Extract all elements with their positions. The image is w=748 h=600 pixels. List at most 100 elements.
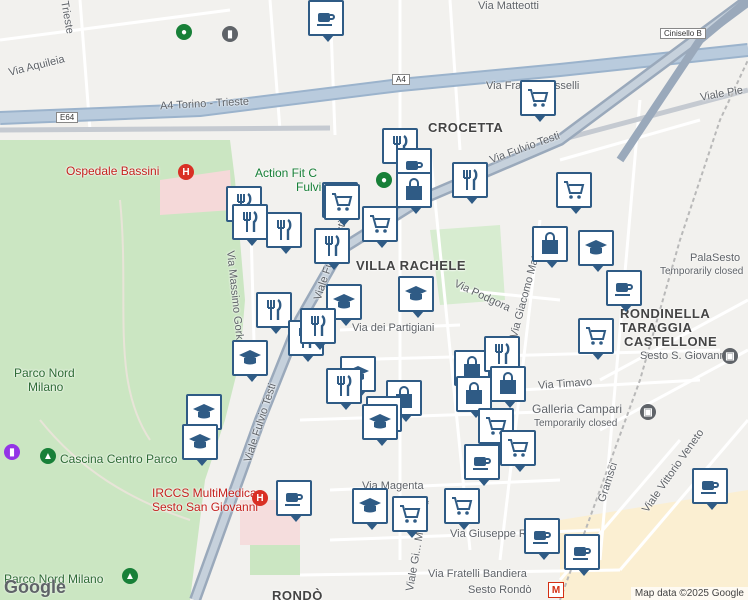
coffee-marker[interactable] xyxy=(308,0,344,42)
restaurant-icon xyxy=(332,374,356,398)
shopping-bag-icon xyxy=(462,382,486,406)
cart-marker[interactable] xyxy=(362,206,398,248)
coffee-marker[interactable] xyxy=(692,468,728,510)
highway-shield-e64: E64 xyxy=(56,112,79,123)
coffee-marker[interactable] xyxy=(606,270,642,312)
poi-label-palasesto[interactable]: PalaSesto xyxy=(690,252,740,264)
coffee-marker[interactable] xyxy=(464,444,500,486)
shopping-cart-icon xyxy=(506,436,530,460)
cafe-icon xyxy=(530,524,554,548)
school-icon xyxy=(188,430,212,454)
fork-marker[interactable] xyxy=(266,212,302,254)
landmark-icon[interactable]: ▮ xyxy=(4,444,20,460)
coffee-marker[interactable] xyxy=(276,480,312,522)
poi-label-palasesto-status: Temporarily closed xyxy=(660,266,744,277)
restaurant-icon xyxy=(272,218,296,242)
google-logo: Google xyxy=(4,577,66,597)
street-label-via-fratelli-bandiera: Via Fratelli Bandiera xyxy=(428,568,527,580)
school-marker[interactable] xyxy=(362,404,398,446)
station-label-sesto-rondo[interactable]: Sesto Rondò xyxy=(468,584,532,596)
fork-marker[interactable] xyxy=(232,204,268,246)
school-marker[interactable] xyxy=(352,488,388,530)
school-marker[interactable] xyxy=(182,424,218,466)
cart-marker[interactable] xyxy=(444,488,480,530)
fork-marker[interactable] xyxy=(452,162,488,204)
fork-marker[interactable] xyxy=(326,368,362,410)
poi-label-ospedale-bassini[interactable]: Ospedale Bassini xyxy=(66,164,159,178)
school-icon xyxy=(404,282,428,306)
park-label-parco-nord-1: Parco Nord xyxy=(14,366,75,380)
restaurant-icon xyxy=(490,342,514,366)
cart-marker[interactable] xyxy=(392,496,428,538)
shopping-cart-icon xyxy=(450,494,474,518)
bag-marker[interactable] xyxy=(396,172,432,214)
restaurant-icon xyxy=(306,314,330,338)
school-marker[interactable] xyxy=(398,276,434,318)
cart-marker[interactable] xyxy=(500,430,536,472)
shopping-bag-icon xyxy=(496,372,520,396)
poi-label-galleria-campari[interactable]: Galleria Campari xyxy=(532,402,622,416)
bag-marker[interactable] xyxy=(490,366,526,408)
restaurant-icon xyxy=(320,234,344,258)
school-icon xyxy=(358,494,382,518)
shopping-cart-icon xyxy=(562,178,586,202)
coffee-marker[interactable] xyxy=(524,518,560,560)
cafe-icon xyxy=(698,474,722,498)
shopping-cart-icon xyxy=(330,190,354,214)
district-label-rondo: RONDÒ xyxy=(272,588,323,600)
cafe-icon xyxy=(570,540,594,564)
restaurant-icon xyxy=(238,210,262,234)
train-icon[interactable]: ▣ xyxy=(722,348,738,364)
street-label-via-matteotti: Via Matteotti xyxy=(478,0,539,12)
district-label-castellone: CASTELLONE xyxy=(624,334,718,349)
cart-marker[interactable] xyxy=(578,318,614,360)
poi-label-cascina-centro-parco[interactable]: Cascina Centro Parco xyxy=(60,452,177,466)
bag-marker[interactable] xyxy=(532,226,568,268)
district-label-villa-rachele: VILLA RACHELE xyxy=(356,258,467,273)
hospital-icon[interactable]: H xyxy=(178,164,194,180)
cart-marker[interactable] xyxy=(324,184,360,226)
fork-marker[interactable] xyxy=(314,228,350,270)
tree-icon[interactable]: ▲ xyxy=(40,448,56,464)
poi-label-action-fit[interactable]: Action Fit C xyxy=(255,166,317,180)
metro-icon[interactable]: M xyxy=(548,582,564,598)
highway-shield-cinisello: Cinisello B xyxy=(660,28,706,39)
museum-icon[interactable]: ▣ xyxy=(640,404,656,420)
district-label-crocetta: CROCETTA xyxy=(428,120,504,135)
park-label-parco-nord-2: Milano xyxy=(28,380,64,394)
highway-shield-a4: A4 xyxy=(392,74,410,85)
fork-marker[interactable] xyxy=(300,308,336,350)
map-canvas[interactable]: E64 A4 Cinisello B Trieste Via Aquileia … xyxy=(0,0,748,600)
cafe-icon xyxy=(612,276,636,300)
poi-label-irccs-1[interactable]: IRCCS MultiMedica xyxy=(152,486,257,500)
school-marker[interactable] xyxy=(232,340,268,382)
school-icon xyxy=(584,236,608,260)
school-icon xyxy=(368,410,392,434)
shopping-cart-icon xyxy=(584,324,608,348)
cart-marker[interactable] xyxy=(556,172,592,214)
cafe-icon xyxy=(282,486,306,510)
restaurant-icon xyxy=(458,168,482,192)
district-label-taraggia: TARAGGIA xyxy=(620,320,693,335)
fork-marker[interactable] xyxy=(256,292,292,334)
street-label-via-dei-partigiani: Via dei Partigiani xyxy=(352,322,435,334)
park-pin-icon[interactable]: ● xyxy=(176,24,192,40)
district-label-rondinella: RONDINELLA xyxy=(620,306,711,321)
shopping-cart-icon xyxy=(526,86,550,110)
tree-icon-2[interactable]: ▲ xyxy=(122,568,138,584)
poi-label-irccs-2[interactable]: Sesto San Giovanni xyxy=(152,500,258,514)
school-icon xyxy=(192,400,216,424)
map-attribution[interactable]: Map data ©2025 Google xyxy=(630,587,748,600)
transit-icon[interactable]: ▮ xyxy=(222,26,238,42)
station-label-sesto-san-giovanni[interactable]: Sesto S. Giovanni xyxy=(640,350,728,362)
school-marker[interactable] xyxy=(578,230,614,272)
shopping-bag-icon xyxy=(402,178,426,202)
coffee-marker[interactable] xyxy=(564,534,600,576)
gym-icon[interactable]: ● xyxy=(376,172,392,188)
shopping-bag-icon xyxy=(538,232,562,256)
cart-marker[interactable] xyxy=(520,80,556,122)
shopping-cart-icon xyxy=(368,212,392,236)
hospital-icon-2[interactable]: H xyxy=(252,490,268,506)
bag-marker[interactable] xyxy=(456,376,492,418)
school-icon xyxy=(238,346,262,370)
